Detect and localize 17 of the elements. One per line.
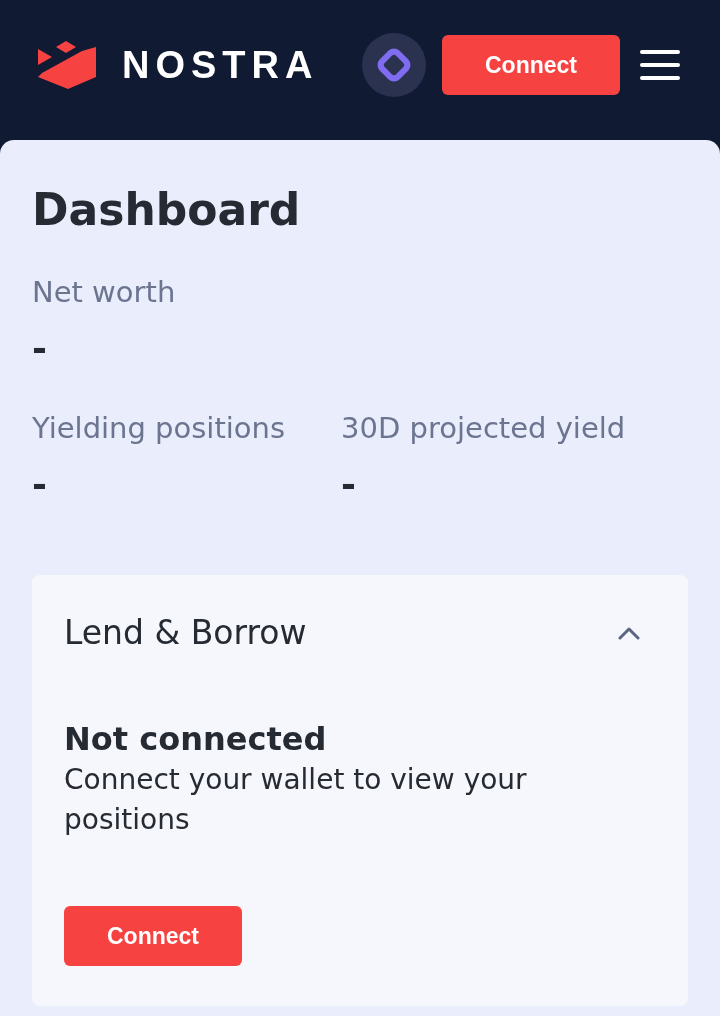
connect-button[interactable]: Connect	[64, 906, 242, 966]
page-title: Dashboard	[32, 184, 302, 235]
wallet-icon[interactable]	[362, 33, 426, 97]
status-title: Not connected	[64, 720, 328, 758]
stat-value: -	[341, 467, 358, 503]
status-message: Connect your wallet to view your positions	[64, 762, 528, 838]
section-title: Lend & Borrow	[64, 613, 307, 652]
chevron-up-icon[interactable]	[618, 625, 640, 640]
brand-name: NOSTRA	[122, 43, 319, 87]
stat-value: -	[32, 467, 48, 503]
stat-label: Yielding positions	[32, 411, 286, 445]
stat-value: -	[32, 331, 48, 367]
stat-label: Net worth	[32, 275, 177, 309]
connect-button[interactable]: Connect	[442, 35, 620, 95]
logo-icon	[38, 41, 96, 89]
stat-label: 30D projected yield	[341, 411, 626, 445]
menu-icon[interactable]	[640, 50, 680, 80]
